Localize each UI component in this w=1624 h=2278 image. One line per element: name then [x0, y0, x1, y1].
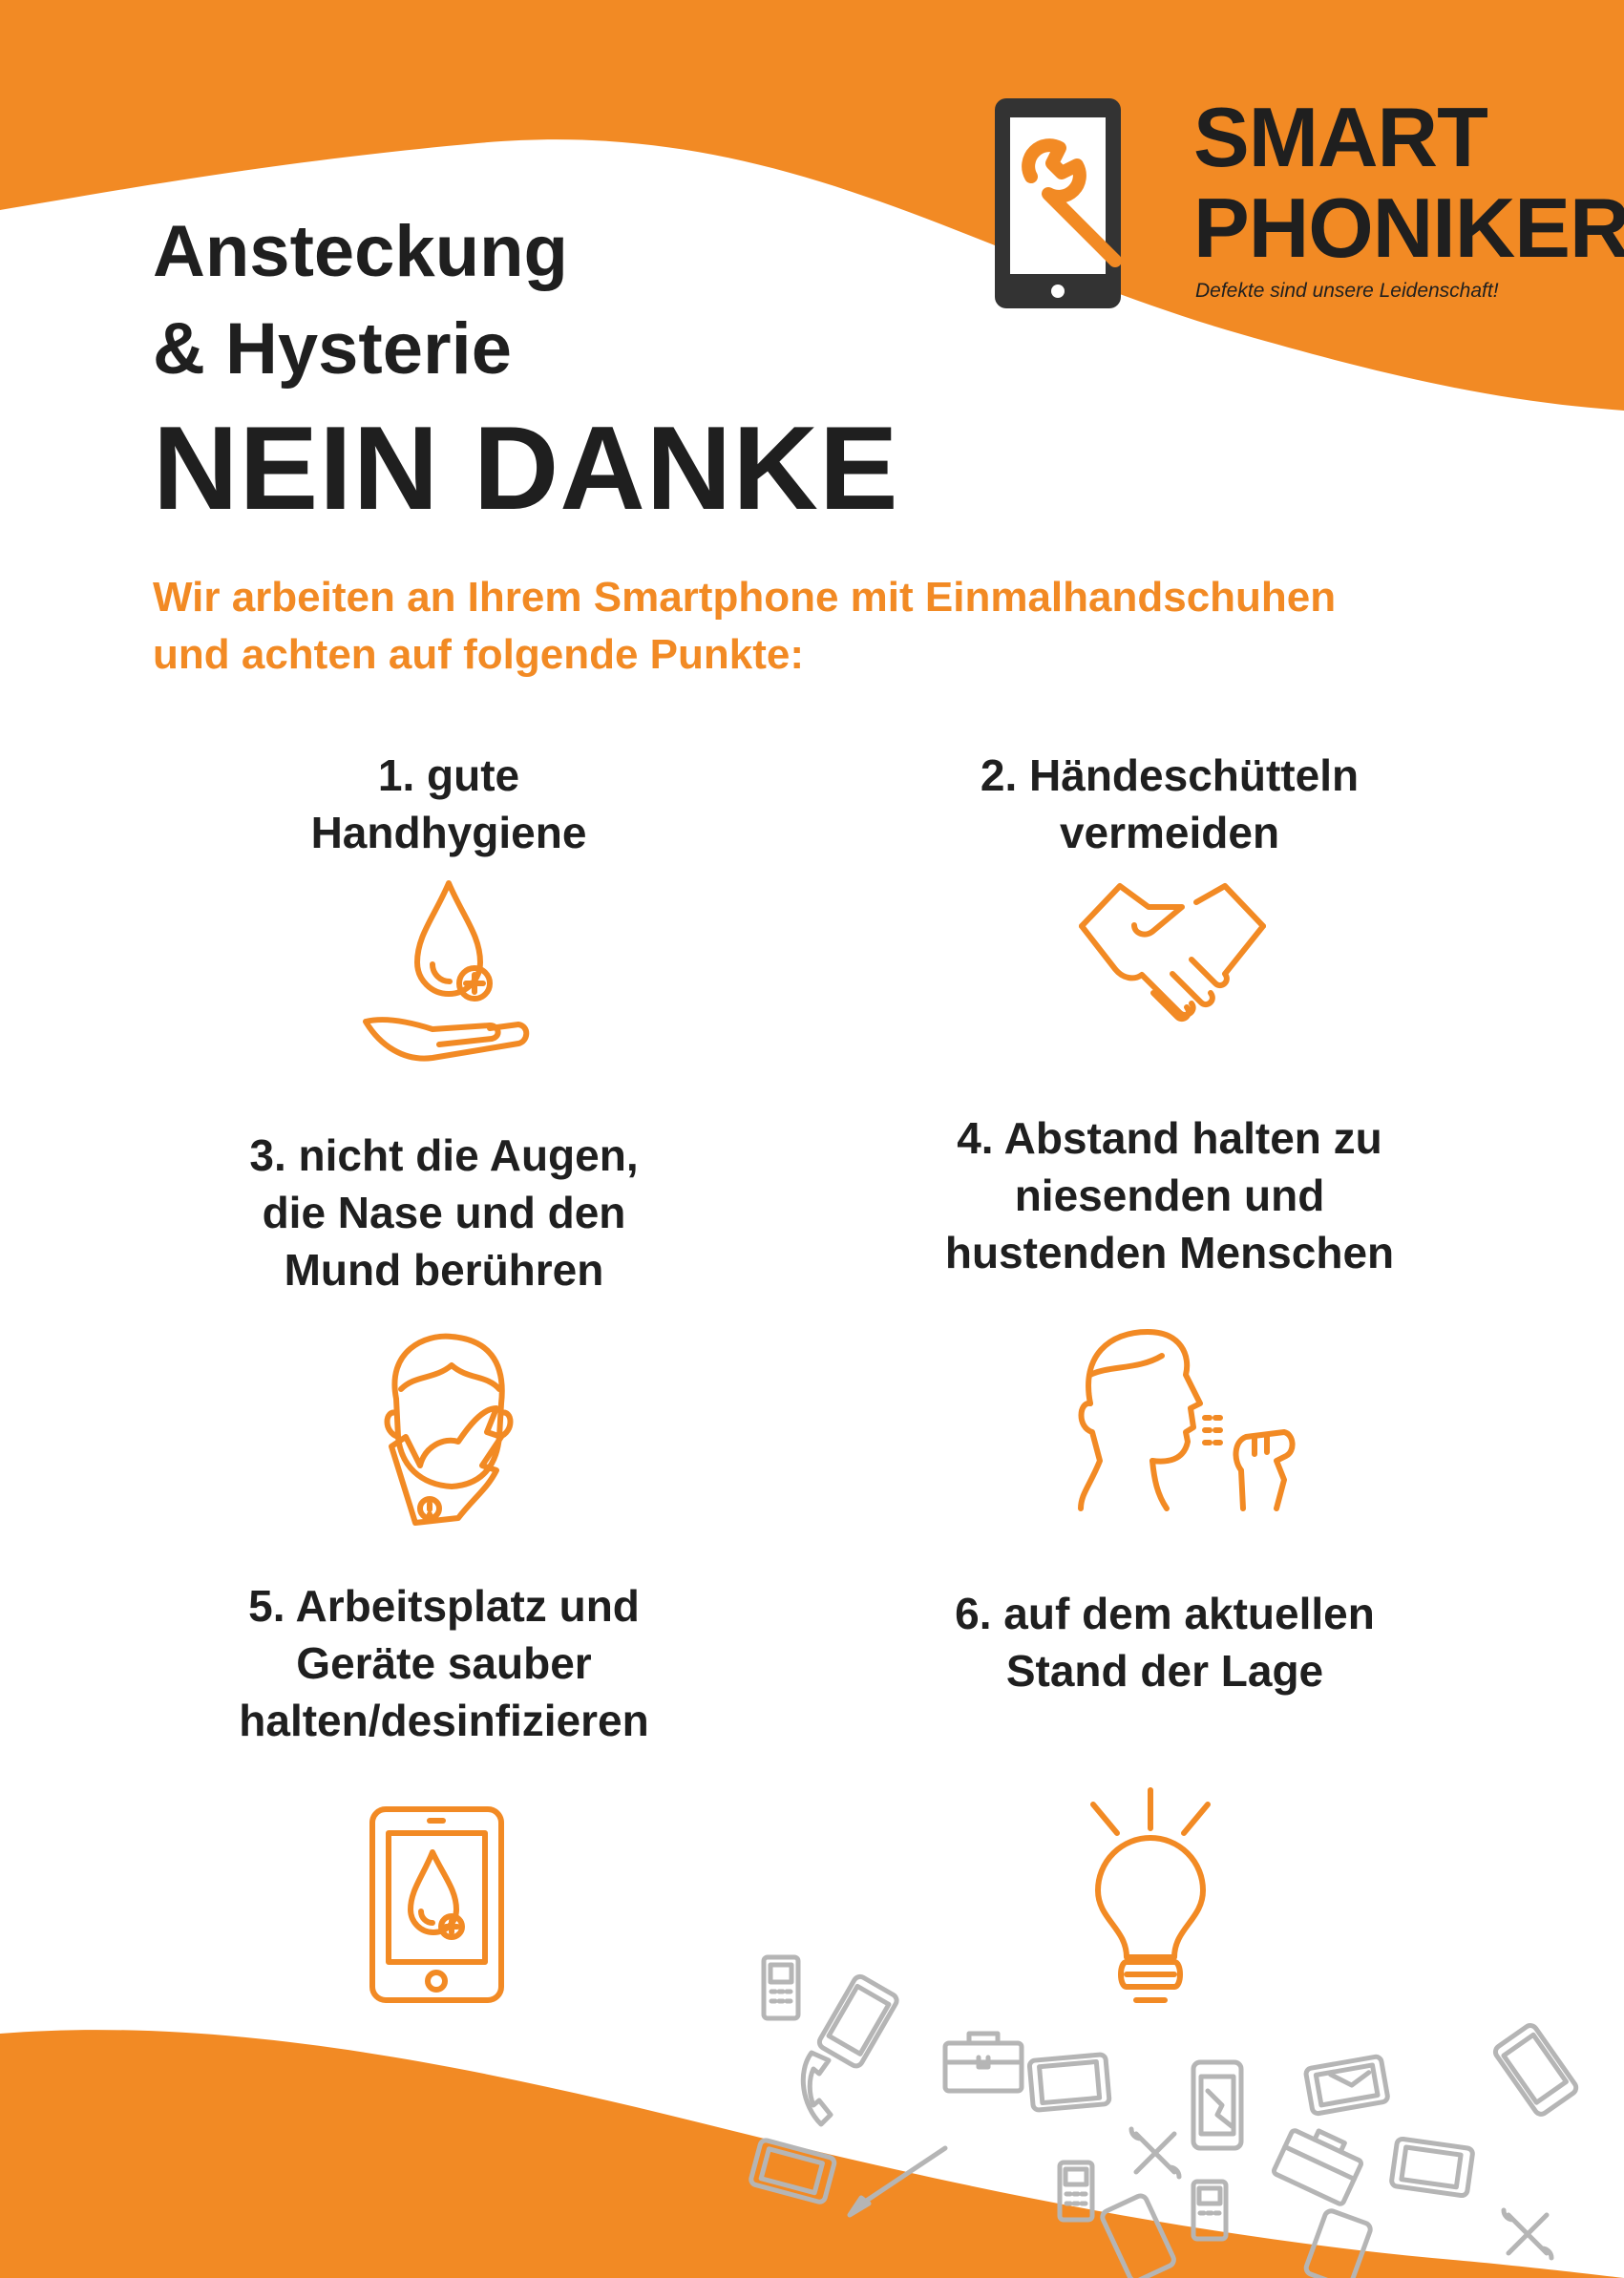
- item-4-line3: hustenden Menschen: [944, 1228, 1395, 1277]
- wrench-screwdriver-icon: [1128, 2126, 1182, 2180]
- item-2-line2: vermeiden: [1059, 808, 1280, 857]
- intro-line2: und achten auf folgende Punkte:: [153, 631, 805, 678]
- feature-phone-icon-2: [1057, 2160, 1095, 2223]
- handset-icon: [800, 2050, 833, 2127]
- item-3-line2: die Nase und den: [262, 1188, 626, 1237]
- item-3-line1: 3. nicht die Augen,: [249, 1130, 639, 1180]
- broken-tablet-icon: [1303, 2054, 1390, 2117]
- page-title-line1: Ansteckung: [153, 211, 568, 292]
- item-3-line3: Mund berühren: [284, 1245, 604, 1295]
- item-6-line2: Stand der Lage: [1005, 1646, 1324, 1696]
- page-title-main: NEIN DANKE: [153, 403, 899, 535]
- item-6-title: 6. auf dem aktuellen Stand der Lage: [850, 1585, 1480, 1699]
- item-5-line2: Geräte sauber: [296, 1638, 592, 1688]
- toolbox-icon-2: [1271, 2128, 1364, 2206]
- item-4-line2: niesenden und: [1014, 1171, 1325, 1220]
- brand-name-line2: PHONIKER: [1193, 180, 1624, 275]
- item-1-line2: Handhygiene: [310, 808, 587, 857]
- phone-disinfect-icon: [368, 1804, 506, 2005]
- wrench-screwdriver-icon-2: [1501, 2207, 1554, 2261]
- cough-icon: [1071, 1327, 1300, 1513]
- broken-phone-icon: [1191, 2059, 1244, 2151]
- brand-tagline: Defekte sind unsere Leidenschaft!: [1195, 280, 1499, 302]
- face-touch-icon: [377, 1332, 520, 1528]
- intro-text: Wir arbeiten an Ihrem Smartphone mit Ein…: [153, 569, 1489, 684]
- page-title-line2: & Hysterie: [153, 308, 512, 390]
- feature-phone-icon: [761, 1954, 801, 2021]
- smartphone-icon-2: [1100, 2193, 1176, 2278]
- smartphone-icon-3: [1492, 2023, 1579, 2117]
- screwdriver-icon: [847, 2145, 948, 2218]
- phone-landscape-icon: [749, 2138, 837, 2204]
- item-4-line1: 4. Abstand halten zu: [957, 1113, 1382, 1163]
- item-2-title: 2. Händeschütteln vermeiden: [854, 747, 1485, 861]
- toolbox-icon: [942, 2031, 1024, 2094]
- item-1-title: 1. gute Handhygiene: [134, 747, 764, 861]
- device-pattern-decoration: [749, 1954, 1579, 2278]
- feature-phone-icon-3: [1191, 2179, 1229, 2242]
- smartphone-icon: [816, 1973, 899, 2069]
- item-6-line1: 6. auf dem aktuellen: [955, 1589, 1375, 1638]
- intro-line1: Wir arbeiten an Ihrem Smartphone mit Ein…: [153, 574, 1337, 621]
- brand-name-line1: SMART: [1193, 90, 1488, 184]
- item-5-line1: 5. Arbeitsplatz und: [248, 1581, 640, 1631]
- item-5-title: 5. Arbeitsplatz und Geräte sauber halten…: [129, 1577, 759, 1749]
- phone-landscape-icon-2: [1389, 2136, 1475, 2199]
- item-3-title: 3. nicht die Augen, die Nase und den Mun…: [129, 1127, 759, 1298]
- item-1-line1: 1. gute: [377, 750, 520, 800]
- item-2-line1: 2. Händeschütteln: [980, 750, 1360, 800]
- tablet-icon: [1026, 2052, 1112, 2113]
- smartphone-icon-4: [1303, 2208, 1373, 2278]
- item-4-title: 4. Abstand halten zu niesenden und huste…: [854, 1109, 1485, 1281]
- handshake-icon: [1077, 878, 1268, 1031]
- item-5-line3: halten/desinfizieren: [239, 1696, 649, 1745]
- hand-drop-icon: [358, 878, 539, 1084]
